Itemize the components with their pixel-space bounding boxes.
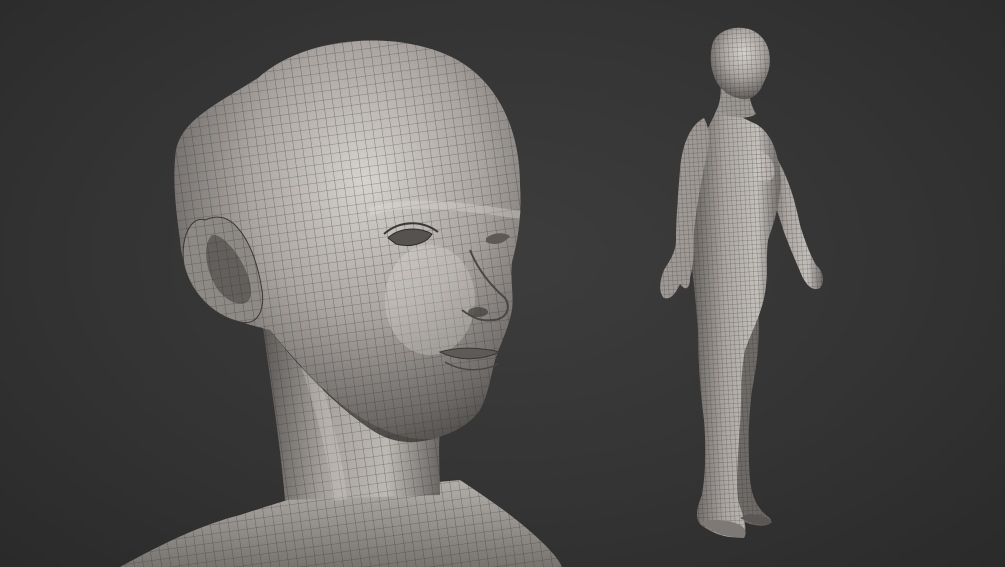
- render-canvas: [0, 0, 1005, 567]
- head-closeup-view: [120, 40, 562, 567]
- render-image: [120, 27, 823, 567]
- full-body-view: [660, 27, 823, 538]
